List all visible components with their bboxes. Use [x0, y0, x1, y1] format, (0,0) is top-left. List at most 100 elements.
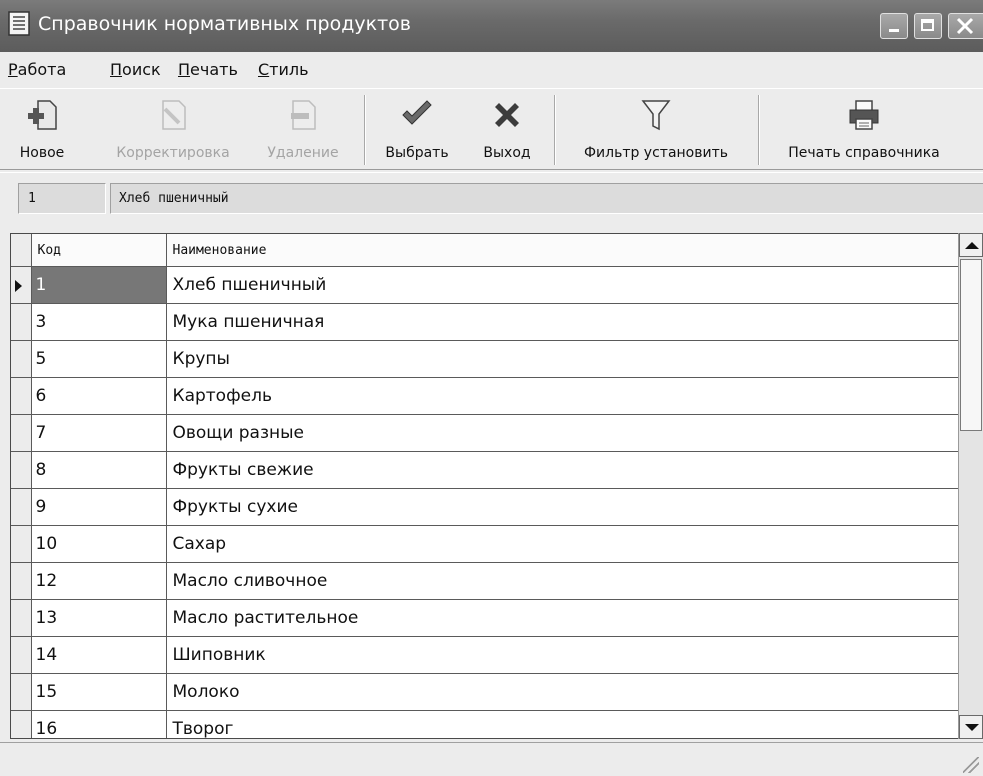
current-row-pointer-icon	[15, 280, 22, 292]
table-row[interactable]: 6 Картофель	[11, 377, 959, 415]
menu-search-accel: П	[110, 60, 123, 79]
cell-name[interactable]: Крупы	[166, 340, 959, 378]
table-row[interactable]: 16 Творог	[11, 710, 959, 738]
cell-code[interactable]: 9	[31, 488, 167, 526]
cell-name[interactable]: Овощи разные	[166, 414, 959, 452]
menu-work[interactable]: Работа	[8, 60, 66, 79]
row-indicator	[11, 636, 32, 674]
table-row[interactable]: 10 Сахар	[11, 525, 959, 563]
close-button[interactable]	[948, 13, 983, 39]
filter-label: Фильтр установить	[583, 145, 729, 161]
cell-code[interactable]: 3	[31, 303, 167, 341]
cell-code[interactable]: 5	[31, 340, 167, 378]
header-row: Код Наименование	[11, 234, 959, 267]
cell-code[interactable]: 10	[31, 525, 167, 563]
title-bar[interactable]: Справочник нормативных продуктов	[0, 0, 983, 52]
cell-code[interactable]: 8	[31, 451, 167, 489]
row-indicator	[11, 562, 32, 600]
table-row[interactable]: 7 Овощи разные	[11, 414, 959, 452]
new-label: Новое	[19, 145, 65, 161]
checkmark-icon	[402, 100, 432, 125]
scroll-thumb[interactable]	[960, 259, 982, 431]
table-row[interactable]: 5 Крупы	[11, 340, 959, 378]
table-row[interactable]: 1 Хлеб пшеничный	[11, 266, 959, 304]
table-row[interactable]: 13 Масло растительное	[11, 599, 959, 637]
table-row[interactable]: 3 Мука пшеничная	[11, 303, 959, 341]
table-row[interactable]: 12 Масло сливочное	[11, 562, 959, 600]
minimize-button[interactable]	[880, 13, 908, 39]
print-button[interactable]: Печать справочника	[770, 91, 958, 167]
edit-button[interactable]: Корректировка	[100, 91, 246, 167]
menu-print[interactable]: Печать	[178, 60, 238, 79]
edit-label: Корректировка	[116, 145, 230, 161]
select-label: Выбрать	[385, 145, 449, 161]
new-button[interactable]: Новое	[14, 91, 70, 167]
delete-label: Удаление	[267, 145, 339, 161]
scroll-down-button[interactable]	[959, 715, 983, 739]
row-indicator	[11, 673, 32, 711]
table-row[interactable]: 14 Шиповник	[11, 636, 959, 674]
column-header-code[interactable]: Код	[31, 234, 167, 267]
row-indicator	[11, 710, 32, 738]
cell-name[interactable]: Фрукты сухие	[166, 488, 959, 526]
vertical-scrollbar[interactable]	[958, 233, 983, 739]
row-indicator	[11, 377, 32, 415]
table-row[interactable]: 8 Фрукты свежие	[11, 451, 959, 489]
cell-code[interactable]: 15	[31, 673, 167, 711]
products-table: Код Наименование 1 Хлеб пшеничный 3 Мука…	[11, 234, 959, 738]
menu-style-label: тиль	[269, 60, 309, 79]
current-name-field[interactable]: Хлеб пшеничный	[110, 183, 983, 214]
indicator-header	[11, 234, 32, 267]
filter-button[interactable]: Фильтр установить	[566, 91, 746, 167]
exit-x-icon	[495, 103, 519, 127]
cell-name[interactable]: Картофель	[166, 377, 959, 415]
close-icon	[956, 17, 974, 35]
row-indicator	[11, 488, 32, 526]
status-bar	[0, 742, 983, 776]
print-label: Печать справочника	[788, 145, 940, 161]
cell-name[interactable]: Молоко	[166, 673, 959, 711]
cell-code[interactable]: 7	[31, 414, 167, 452]
products-grid[interactable]: Код Наименование 1 Хлеб пшеничный 3 Мука…	[10, 233, 983, 739]
menu-style-accel: С	[258, 60, 270, 79]
menu-style[interactable]: Стиль	[258, 60, 309, 79]
cell-name[interactable]: Творог	[166, 710, 959, 738]
scroll-up-button[interactable]	[959, 233, 983, 257]
cell-code[interactable]: 6	[31, 377, 167, 415]
toolbar-separator	[554, 95, 556, 165]
column-header-name[interactable]: Наименование	[166, 234, 959, 267]
cell-name[interactable]: Шиповник	[166, 636, 959, 674]
toolbar-separator	[364, 95, 366, 165]
cell-name[interactable]: Мука пшеничная	[166, 303, 959, 341]
cell-code[interactable]: 12	[31, 562, 167, 600]
new-record-icon	[28, 100, 57, 130]
cell-name[interactable]: Масло сливочное	[166, 562, 959, 600]
cell-name[interactable]: Фрукты свежие	[166, 451, 959, 489]
menu-print-label: ечать	[190, 60, 238, 79]
row-indicator	[11, 340, 32, 378]
resize-grip-icon[interactable]	[963, 757, 979, 773]
cell-code[interactable]: 1	[31, 266, 167, 304]
menu-search-label: оиск	[122, 60, 161, 79]
printer-icon	[849, 100, 879, 130]
menu-search[interactable]: Поиск	[110, 60, 161, 79]
current-record-panel: 1 Хлеб пшеничный	[0, 172, 983, 229]
filter-funnel-icon	[641, 100, 671, 131]
maximize-button[interactable]	[914, 13, 942, 39]
current-code-field[interactable]: 1	[18, 183, 106, 214]
cell-code[interactable]: 14	[31, 636, 167, 674]
cell-code[interactable]: 13	[31, 599, 167, 637]
menu-work-accel: Р	[8, 60, 18, 79]
row-indicator	[11, 303, 32, 341]
delete-button[interactable]: Удаление	[256, 91, 350, 167]
cell-name[interactable]: Хлеб пшеничный	[166, 266, 959, 304]
table-row[interactable]: 9 Фрукты сухие	[11, 488, 959, 526]
cell-name[interactable]: Сахар	[166, 525, 959, 563]
select-button[interactable]: Выбрать	[376, 91, 458, 167]
cell-code[interactable]: 16	[31, 710, 167, 738]
window-title: Справочник нормативных продуктов	[38, 13, 411, 35]
cell-name[interactable]: Масло растительное	[166, 599, 959, 637]
menu-print-accel: П	[178, 60, 191, 79]
table-row[interactable]: 15 Молоко	[11, 673, 959, 711]
exit-button[interactable]: Выход	[472, 91, 542, 167]
